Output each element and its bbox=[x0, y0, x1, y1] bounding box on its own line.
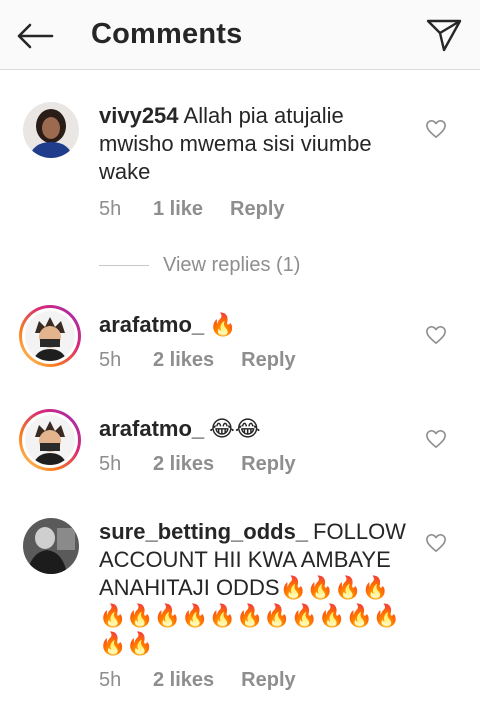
comment-text: arafatmo_ 😂😂 bbox=[99, 415, 411, 443]
back-button[interactable] bbox=[14, 16, 56, 56]
comment-meta: 5h 2 likes Reply bbox=[99, 669, 296, 692]
comment-text: arafatmo_ 🔥 bbox=[99, 311, 411, 339]
avatar[interactable] bbox=[23, 102, 79, 158]
comment-likes[interactable]: 2 likes bbox=[153, 349, 214, 372]
comment-time: 5h bbox=[99, 349, 122, 371]
comment-username[interactable]: sure_betting_odds_ bbox=[99, 519, 308, 544]
comment-username[interactable]: vivy254 bbox=[99, 103, 179, 128]
cartoon-avatar-icon bbox=[25, 415, 75, 465]
reply-button[interactable]: Reply bbox=[230, 198, 284, 221]
page-title: Comments bbox=[91, 18, 243, 50]
comment-time: 5h bbox=[99, 198, 122, 220]
comment-likes[interactable]: 1 like bbox=[153, 198, 203, 221]
send-icon bbox=[426, 19, 462, 52]
send-button[interactable] bbox=[424, 15, 464, 55]
comment-time: 5h bbox=[99, 669, 122, 691]
heart-outline-icon[interactable] bbox=[425, 533, 447, 553]
comment-meta: 5h 2 likes Reply bbox=[99, 453, 296, 476]
comment-text: vivy254 Allah pia atujalie mwisho mwema s… bbox=[99, 102, 411, 186]
comment-meta: 5h 2 likes Reply bbox=[99, 349, 296, 372]
reply-button[interactable]: Reply bbox=[241, 453, 295, 476]
heart-outline-icon[interactable] bbox=[425, 119, 447, 139]
comment-username[interactable]: arafatmo_ bbox=[99, 416, 204, 441]
view-replies-button[interactable]: View replies (1) bbox=[99, 252, 300, 278]
cartoon-avatar-icon bbox=[25, 311, 75, 361]
avatar[interactable] bbox=[19, 305, 81, 367]
avatar[interactable] bbox=[19, 409, 81, 471]
divider bbox=[99, 264, 149, 266]
profile-photo-woman-icon bbox=[23, 102, 79, 158]
grayscale-photo-icon bbox=[23, 518, 79, 574]
header-bar: Comments bbox=[0, 0, 480, 70]
comment-body: 😂😂 bbox=[209, 416, 261, 441]
comment-meta: 5h 1 like Reply bbox=[99, 198, 285, 221]
reply-button[interactable]: Reply bbox=[241, 669, 295, 692]
comment-likes[interactable]: 2 likes bbox=[153, 669, 214, 692]
comment-time: 5h bbox=[99, 453, 122, 475]
heart-outline-icon[interactable] bbox=[425, 429, 447, 449]
comment-text: sure_betting_odds_ FOLLOW ACCOUNT HII KWA… bbox=[99, 518, 411, 658]
reply-button[interactable]: Reply bbox=[241, 349, 295, 372]
comment-username[interactable]: arafatmo_ bbox=[99, 312, 204, 337]
comment-body: 🔥 bbox=[209, 312, 237, 337]
heart-outline-icon[interactable] bbox=[425, 325, 447, 345]
avatar[interactable] bbox=[23, 518, 79, 574]
back-arrow-icon bbox=[17, 23, 54, 49]
comment-likes[interactable]: 2 likes bbox=[153, 453, 214, 476]
view-replies-label: View replies (1) bbox=[163, 253, 301, 276]
